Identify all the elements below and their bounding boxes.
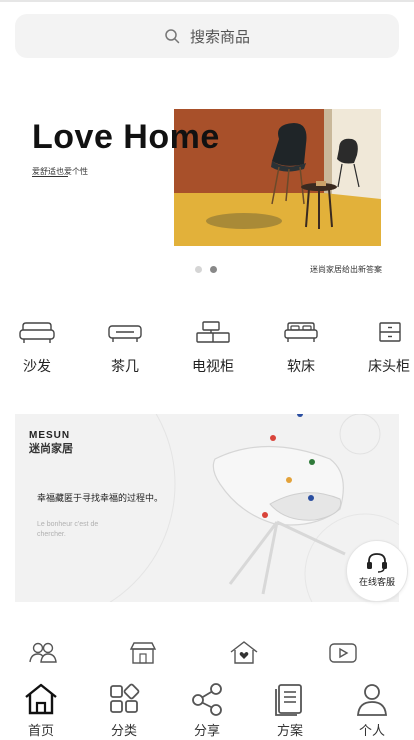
tab-label: 分享	[193, 723, 220, 738]
heart-house-icon	[230, 641, 258, 664]
tab-label: 方案	[276, 723, 303, 738]
shortcut-video[interactable]	[328, 640, 358, 671]
category-item-tv-cabinet[interactable]: 电视柜	[183, 320, 243, 376]
category-row[interactable]: 沙发 茶几 电视柜 软床 床头柜	[0, 320, 414, 390]
banner-subtitle-underline	[32, 176, 68, 177]
coffee-table-icon	[108, 325, 142, 342]
search-bar[interactable]: 搜索商品	[15, 14, 399, 58]
user-icon	[357, 684, 387, 716]
customer-service-button[interactable]: 在线客服	[346, 540, 408, 602]
promo-french-text: Le bonheur c'est de chercher.	[37, 521, 99, 538]
category-label: 电视柜	[192, 358, 234, 374]
bottom-tab-bar[interactable]: 首页 分类 分享 方案 个人	[0, 680, 414, 740]
category-icon	[110, 683, 140, 713]
document-icon	[275, 684, 302, 716]
shortcut-row[interactable]	[0, 640, 414, 670]
category-label: 软床	[287, 358, 315, 374]
shortcut-favorites[interactable]	[229, 640, 259, 671]
category-label: 沙发	[23, 358, 51, 374]
users-icon	[29, 642, 57, 663]
search-icon	[165, 29, 180, 44]
category-item-coffee-table[interactable]: 茶几	[95, 320, 155, 376]
bed-icon	[284, 322, 318, 342]
shortcut-users[interactable]	[28, 640, 58, 671]
category-item-nightstand[interactable]: 床头柜	[359, 320, 414, 376]
home-icon	[25, 683, 57, 715]
tab-home[interactable]: 首页	[11, 682, 71, 739]
category-label: 床头柜	[368, 358, 410, 374]
carousel-dot[interactable]	[195, 266, 202, 273]
nightstand-icon	[379, 322, 401, 342]
brand-name: 迷尚家居	[29, 443, 73, 455]
status-divider	[0, 0, 414, 2]
category-item-sofa[interactable]: 沙发	[7, 320, 67, 376]
promo-banner[interactable]: MESUN 迷尚家居 幸福藏匿于寻找幸福的过程中。 Le bonheur c'e…	[15, 414, 399, 602]
store-icon	[129, 642, 157, 664]
tab-category[interactable]: 分类	[94, 682, 154, 739]
sofa-icon	[19, 322, 55, 343]
search-placeholder: 搜索商品	[189, 28, 250, 46]
carousel-indicator[interactable]	[195, 266, 217, 273]
promo-slogan: 幸福藏匿于寻找幸福的过程中。	[37, 493, 164, 503]
customer-service-label: 在线客服	[358, 577, 395, 587]
video-play-icon	[329, 643, 357, 663]
shortcut-store[interactable]	[128, 640, 158, 671]
carousel-dot-active[interactable]	[210, 266, 217, 273]
tab-label: 首页	[27, 723, 54, 738]
banner-carousel[interactable]: Love Home 爱舒适也爱个性 迷尚家居给出新答案	[0, 96, 414, 286]
tab-label: 个人	[358, 723, 385, 738]
tab-profile[interactable]: 个人	[342, 682, 402, 739]
banner-title: Love Home	[32, 118, 220, 156]
banner-caption: 迷尚家居给出新答案	[310, 265, 382, 274]
tab-plan[interactable]: 方案	[260, 682, 320, 739]
category-item-bed[interactable]: 软床	[271, 320, 331, 376]
tv-cabinet-icon	[196, 321, 230, 343]
share-icon	[192, 683, 222, 716]
headset-icon	[367, 553, 387, 573]
tab-label: 分类	[110, 723, 137, 738]
category-label: 茶几	[111, 358, 139, 374]
tab-share[interactable]: 分享	[177, 682, 237, 739]
